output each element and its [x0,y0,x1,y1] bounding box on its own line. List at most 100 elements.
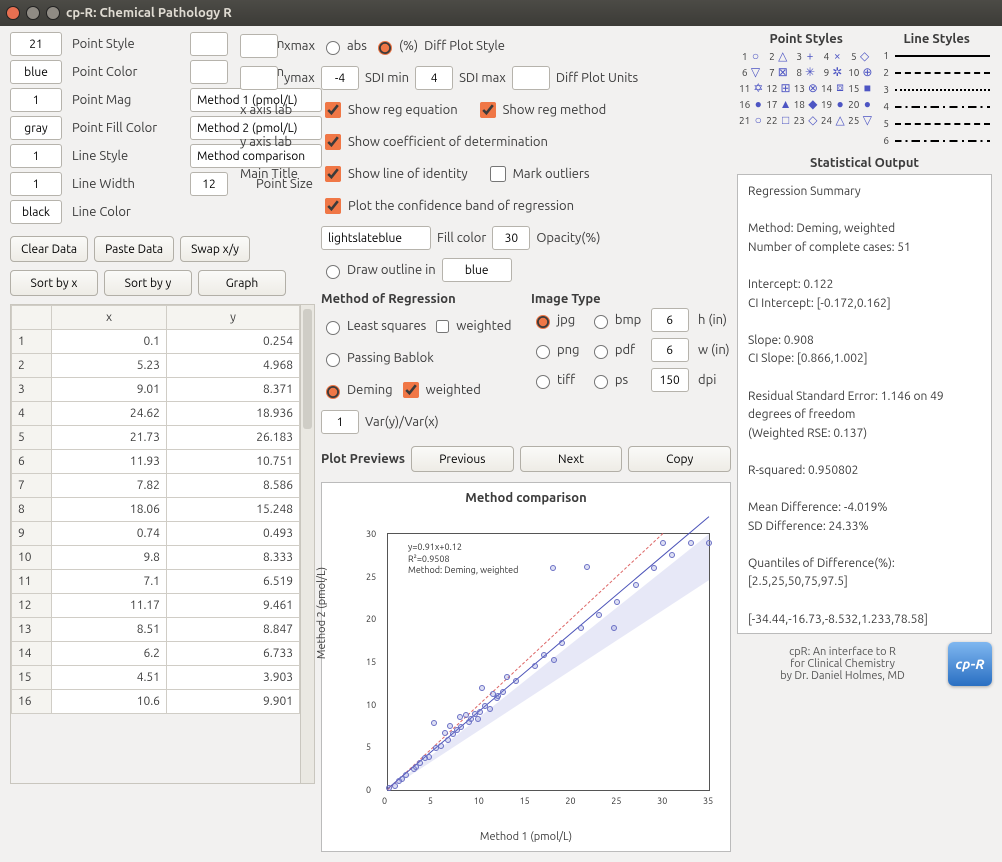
table-header-y[interactable]: y [166,306,299,330]
line-color-input[interactable] [10,200,62,224]
table-row[interactable]: 25.234.968 [12,354,300,378]
line-width-input[interactable] [10,172,62,196]
table-row[interactable]: 1211.179.461 [12,594,300,618]
point-color-input[interactable] [10,60,62,84]
xmin-input[interactable] [190,32,228,56]
table-row[interactable]: 117.16.519 [12,570,300,594]
table-row[interactable]: 138.518.847 [12,618,300,642]
point-style-swatch: 1○ [739,50,764,62]
clear-data-button[interactable]: Clear Data [10,236,88,262]
table-row[interactable]: 818.0615.248 [12,498,300,522]
sort-y-button[interactable]: Sort by y [104,270,192,296]
img-bmp-label: bmp [615,313,641,327]
table-row[interactable]: 1610.69.901 [12,690,300,714]
table-row[interactable]: 154.513.903 [12,666,300,690]
right-panel: Point Styles 1○2△3+4×5◇6▽7⊠8✳9✲10⊕11✡12⊞… [737,32,992,852]
img-tiff-radio[interactable] [536,375,550,389]
mor-ls-label: Least squares [347,319,426,333]
mark-outliers-check[interactable] [490,166,506,182]
outline-color-input[interactable] [442,258,512,282]
mor-deming-radio[interactable] [326,385,340,399]
data-point [442,730,448,736]
line-style-input[interactable] [10,144,62,168]
next-button[interactable]: Next [520,446,623,472]
table-row[interactable]: 424.6218.936 [12,402,300,426]
sdi-min-input[interactable] [321,66,359,90]
mor-ls-weighted-check[interactable] [436,320,449,333]
point-mag-input[interactable] [10,88,62,112]
prev-button[interactable]: Previous [411,446,514,472]
point-fill-input[interactable] [10,116,62,140]
point-mag-label: Point Mag [72,93,184,107]
maximize-icon[interactable] [46,6,60,20]
close-icon[interactable] [6,6,20,20]
table-row[interactable]: 90.740.493 [12,522,300,546]
ytick: 30 [366,529,376,539]
table-header-x[interactable]: x [52,306,167,330]
xmax-input[interactable] [240,34,278,58]
data-point [431,720,437,726]
show-regeq-check[interactable] [325,102,341,118]
table-row[interactable]: 521.7326.183 [12,426,300,450]
img-ps-radio[interactable] [594,375,608,389]
img-h-input[interactable] [651,308,689,332]
data-point [392,783,398,789]
opacity-input[interactable] [492,226,530,250]
point-style-swatch: 10⊕ [848,66,873,78]
img-jpg-radio[interactable] [536,315,550,329]
swap-xy-button[interactable]: Swap x/y [180,236,250,262]
table-row[interactable]: 109.88.333 [12,546,300,570]
stat-line: SD Difference: 24.33% [748,518,981,537]
diffstyle-abs-radio[interactable] [326,41,340,55]
table-row[interactable]: 39.018.371 [12,378,300,402]
var-input[interactable] [321,410,359,434]
table-scrollbar[interactable] [300,305,314,783]
img-bmp-radio[interactable] [594,315,608,329]
data-point [487,706,493,712]
fillcolor-input[interactable] [321,226,431,250]
sdi-max-input[interactable] [415,66,453,90]
img-dpi-input[interactable] [651,368,689,392]
img-pdf-radio[interactable] [594,345,608,359]
paste-data-button[interactable]: Paste Data [94,236,174,262]
sort-x-button[interactable]: Sort by x [10,270,98,296]
pointsize-input[interactable] [190,172,228,196]
xtick: 10 [474,796,484,806]
point-style-swatch: 24△ [821,114,846,126]
show-regmethod-check[interactable] [480,102,496,118]
ymin-input[interactable] [190,60,228,84]
xtick: 15 [520,796,530,806]
mor-ls-radio[interactable] [326,321,340,335]
xaxis-label: x axis lab [240,103,292,117]
table-row[interactable]: 77.828.586 [12,474,300,498]
minimize-icon[interactable] [26,6,40,20]
show-band-label: Plot the confidence band of regression [348,199,574,213]
scrollbar-thumb[interactable] [303,309,312,429]
ytick: 20 [366,614,376,624]
mor-deming-weighted-check[interactable] [403,382,419,398]
chart-title: Method comparison [322,483,730,505]
show-rsq-check[interactable] [325,134,341,150]
stat-line: Quantiles of Difference(%): [2.5,25,50,7… [748,555,981,592]
diff-units-input[interactable] [512,66,550,90]
data-point [669,552,675,558]
table-row[interactable]: 611.9310.751 [12,450,300,474]
img-h-label: h (in) [698,313,731,327]
show-loi-check[interactable] [325,166,341,182]
diffstyle-label: Diff Plot Style [424,39,505,53]
ymax-input[interactable] [240,66,278,90]
img-png-radio[interactable] [536,345,550,359]
sdi-max-label: SDI max [459,71,506,85]
copy-button[interactable]: Copy [628,446,731,472]
mor-pb-radio[interactable] [326,353,340,367]
logo-icon: cp-R [948,642,992,686]
show-band-check[interactable] [325,198,341,214]
diffstyle-pct-radio[interactable] [378,41,392,55]
img-w-input[interactable] [651,338,689,362]
table-row[interactable]: 10.10.254 [12,330,300,354]
point-style-swatch: 3+ [794,50,819,62]
point-style-input[interactable] [10,32,62,56]
outline-radio[interactable] [326,265,340,279]
table-row[interactable]: 146.26.733 [12,642,300,666]
graph-button[interactable]: Graph [198,270,286,296]
